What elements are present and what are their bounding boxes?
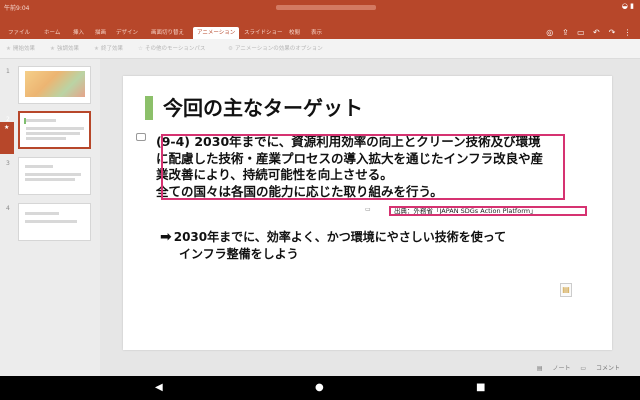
redo-icon[interactable]: ↷ xyxy=(605,28,618,37)
lightbulb-icon[interactable]: ◎ xyxy=(543,28,556,37)
slide-title[interactable]: 今回の主なターゲット xyxy=(163,96,363,120)
tab-transitions[interactable]: 画面切り替え xyxy=(151,27,184,39)
slide-thumbnails-pane: 1 ★ 2 3 4 xyxy=(0,59,100,376)
notes-button[interactable]: ▤ ノート xyxy=(537,365,571,372)
cmd-motion-path[interactable]: ☆ その他のモーションパス xyxy=(138,45,205,53)
command-bar: ★ 開始効果 ★ 強調効果 ★ 終了効果 ☆ その他のモーションパス ⚙ アニメーションの… xyxy=(0,39,640,59)
star-icon: ★ xyxy=(94,46,99,52)
tab-home[interactable]: ホーム xyxy=(44,27,60,39)
back-icon[interactable]: ◀ xyxy=(155,382,163,394)
paste-options-icon[interactable]: ▤ xyxy=(560,283,572,297)
more-icon[interactable]: ⋮ xyxy=(621,28,634,37)
star-icon: ★ xyxy=(4,124,10,131)
cmd-emphasis-effect[interactable]: ★ 強調効果 xyxy=(50,45,79,53)
thumbnail-image xyxy=(25,71,85,97)
document-title-placeholder xyxy=(276,5,376,10)
highlight-frame xyxy=(161,134,565,200)
slide-canvas[interactable]: 今回の主なターゲット (9-4) 2030年までに、資源利用効率の向上とクリーン… xyxy=(123,76,612,350)
status-icons: ◒ ▮ xyxy=(622,2,634,10)
thumbnail-number: 2 xyxy=(6,116,10,123)
star-icon: ★ xyxy=(6,46,11,52)
thumbnail-number: 3 xyxy=(6,160,10,167)
home-icon[interactable]: ● xyxy=(315,382,324,394)
status-bar: 午前9:04 ◒ ▮ xyxy=(0,0,640,14)
system-navigation-bar: ◀ ● ■ xyxy=(0,376,640,400)
point-line-1[interactable]: ➡ 2030年までに、効率よく、かつ環境にやさしい技術を使って xyxy=(160,229,506,246)
comment-marker-icon[interactable] xyxy=(136,133,146,141)
ribbon-right-icons: ◎ ⇪ ▭ ↶ ↷ ⋮ xyxy=(543,28,634,37)
thumbnail-slide-2[interactable] xyxy=(18,111,91,149)
tab-animations[interactable]: アニメーション xyxy=(193,27,240,39)
battery-icon: ▮ xyxy=(630,2,634,10)
status-time: 午前9:04 xyxy=(4,5,30,12)
tab-draw[interactable]: 描画 xyxy=(95,27,106,39)
gear-icon: ⚙ xyxy=(228,46,233,52)
cmd-exit-effect[interactable]: ★ 終了効果 xyxy=(94,45,123,53)
star-icon: ★ xyxy=(50,46,55,52)
cmd-entrance-effect[interactable]: ★ 開始効果 xyxy=(6,45,35,53)
tab-design[interactable]: デザイン xyxy=(116,27,138,39)
thumbnail-slide-4[interactable] xyxy=(18,203,91,241)
wifi-icon: ◒ xyxy=(621,2,628,10)
cmd-effect-options[interactable]: ⚙ アニメーションの効果のオプション xyxy=(228,45,323,53)
thumbnail-slide-3[interactable] xyxy=(18,157,91,195)
current-slide-marker: ★ xyxy=(0,122,14,154)
tab-insert[interactable]: 挿入 xyxy=(73,27,84,39)
tab-view[interactable]: 表示 xyxy=(311,27,322,39)
undo-icon[interactable]: ↶ xyxy=(590,28,603,37)
view-controls: ▤ ノート ▭ コメント xyxy=(529,363,620,372)
title-accent-bar xyxy=(145,96,153,120)
recents-icon[interactable]: ■ xyxy=(476,382,485,394)
thumbnail-number: 4 xyxy=(6,205,10,212)
tab-review[interactable]: 校閲 xyxy=(289,27,300,39)
comment-icon[interactable]: ▭ xyxy=(574,28,587,37)
star-outline-icon: ☆ xyxy=(138,46,143,52)
thumbnail-number: 1 xyxy=(6,68,10,75)
share-icon[interactable]: ⇪ xyxy=(559,28,572,37)
arrow-right-icon: ➡ xyxy=(160,229,172,245)
source-text-box[interactable]: 出典：外務省「JAPAN SDGs Action Platform」 xyxy=(389,206,587,216)
comment-marker-icon[interactable]: ▭ xyxy=(365,206,371,213)
ribbon: ファイル ホーム 挿入 描画 デザイン 画面切り替え アニメーション スライドシ… xyxy=(0,14,640,39)
tab-slideshow[interactable]: スライドショー xyxy=(244,27,283,39)
thumbnail-slide-1[interactable] xyxy=(18,66,91,104)
point-line-2[interactable]: インフラ整備をしよう xyxy=(179,246,299,263)
tab-file[interactable]: ファイル xyxy=(8,27,30,39)
comments-button[interactable]: ▭ コメント xyxy=(580,365,620,372)
